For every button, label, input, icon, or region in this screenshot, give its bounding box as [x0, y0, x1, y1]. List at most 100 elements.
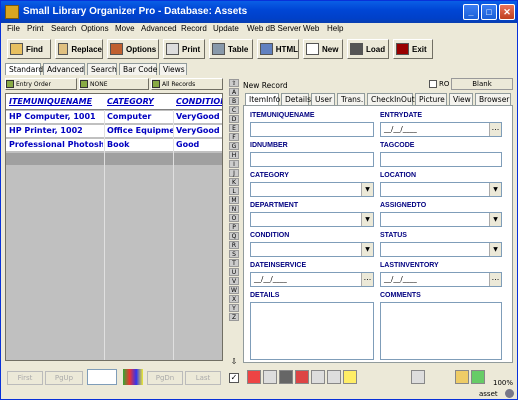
alpha-j[interactable]: J — [229, 169, 239, 177]
check-icon[interactable]: ✓ — [229, 373, 239, 383]
color-grid-icon[interactable] — [123, 369, 143, 385]
menu-web[interactable]: Web — [303, 24, 319, 33]
tab-iteminfo[interactable]: ItemInfo — [245, 93, 280, 105]
alpha-a[interactable]: A — [229, 88, 239, 96]
options-button[interactable]: Options — [107, 39, 159, 59]
pgup-button[interactable]: PgUp — [45, 371, 83, 385]
tab-checkinout[interactable]: CheckInOut — [367, 93, 415, 105]
dateinservice-picker-button[interactable]: ... — [361, 273, 373, 286]
alpha-m[interactable]: M — [229, 196, 239, 204]
alpha-l[interactable]: L — [229, 187, 239, 195]
all-records-button[interactable]: All Records — [151, 78, 223, 90]
alpha-n[interactable]: N — [229, 205, 239, 213]
assignedto-select[interactable]: ▼ — [380, 212, 502, 227]
alpha-w[interactable]: W — [229, 286, 239, 294]
tab-advanced[interactable]: Advanced — [43, 63, 85, 75]
alpha-v[interactable]: V — [229, 277, 239, 285]
title-bar[interactable]: Small Library Organizer Pro - Database: … — [1, 1, 517, 23]
pgdn-button[interactable]: PgDn — [147, 371, 183, 385]
tab-bar-code[interactable]: Bar Code — [119, 63, 157, 75]
alpha-b[interactable]: B — [229, 97, 239, 105]
itemuniquename-field[interactable] — [250, 122, 374, 137]
tab-picture[interactable]: Picture — [415, 93, 447, 105]
minimize-button[interactable]: _ — [463, 4, 479, 20]
category-select[interactable]: ▼ — [250, 182, 374, 197]
html-button[interactable]: HTML — [257, 39, 299, 59]
tab-browser[interactable]: Browser — [475, 93, 511, 105]
details-textarea[interactable] — [250, 302, 374, 360]
alpha-q[interactable]: Q — [229, 232, 239, 240]
record-number-field[interactable] — [87, 369, 117, 385]
load-button[interactable]: Load — [347, 39, 389, 59]
lastinventory-field[interactable]: __/__/____... — [380, 272, 502, 287]
trash-icon[interactable] — [279, 370, 293, 384]
alpha-down-icon[interactable]: ⇩ — [229, 357, 239, 367]
alpha-up-icon[interactable]: ⇧ — [229, 79, 239, 87]
location-select[interactable]: ▼ — [380, 182, 502, 197]
col-header-condition[interactable]: CONDITION — [176, 97, 222, 106]
tagcode-field[interactable] — [380, 152, 502, 167]
blank-button[interactable]: Blank — [451, 78, 513, 90]
table-row-selected[interactable] — [6, 153, 222, 166]
table-row[interactable]: HP Printer, 1002 Office Equipme VeryGood — [6, 125, 222, 138]
menu-record[interactable]: Record — [181, 24, 207, 33]
tab-details[interactable]: Details — [281, 93, 311, 105]
menu-advanced[interactable]: Advanced — [141, 24, 177, 33]
entry-order-button[interactable]: Entry Order — [5, 78, 77, 90]
alpha-t[interactable]: T — [229, 259, 239, 267]
alpha-i[interactable]: I — [229, 160, 239, 168]
prev-record-icon[interactable] — [455, 370, 469, 384]
tab-user[interactable]: User — [311, 93, 335, 105]
dateinservice-field[interactable]: __/__/____... — [250, 272, 374, 287]
alpha-f[interactable]: F — [229, 133, 239, 141]
exit-button[interactable]: Exit — [393, 39, 433, 59]
find-button[interactable]: Find — [7, 39, 51, 59]
lightbulb-icon[interactable] — [343, 370, 357, 384]
menu-options[interactable]: Options — [81, 24, 109, 33]
replace-button[interactable]: Replace — [55, 39, 103, 59]
copy-icon[interactable] — [311, 370, 325, 384]
ro-checkbox[interactable] — [429, 80, 437, 88]
last-button[interactable]: Last — [185, 371, 221, 385]
alpha-y[interactable]: Y — [229, 304, 239, 312]
menu-search[interactable]: Search — [51, 24, 76, 33]
menu-update[interactable]: Update — [213, 24, 239, 33]
entrydate-picker-button[interactable]: ... — [489, 123, 501, 136]
alpha-o[interactable]: O — [229, 214, 239, 222]
next-record-icon[interactable] — [471, 370, 485, 384]
alpha-z[interactable]: Z — [229, 313, 239, 321]
new-button[interactable]: New — [303, 39, 343, 59]
print-button[interactable]: Print — [163, 39, 205, 59]
department-select[interactable]: ▼ — [250, 212, 374, 227]
tab-trans[interactable]: Trans. — [337, 93, 365, 105]
alpha-e[interactable]: E — [229, 124, 239, 132]
table-row[interactable]: HP Computer, 1001 Computer VeryGood — [6, 111, 222, 124]
alpha-p[interactable]: P — [229, 223, 239, 231]
alpha-c[interactable]: C — [229, 106, 239, 114]
idnumber-field[interactable] — [250, 152, 374, 167]
refresh-icon[interactable] — [295, 370, 309, 384]
alpha-s[interactable]: S — [229, 250, 239, 258]
menu-print[interactable]: Print — [27, 24, 43, 33]
alpha-k[interactable]: K — [229, 178, 239, 186]
status-select[interactable]: ▼ — [380, 242, 502, 257]
maximize-button[interactable]: □ — [481, 4, 497, 20]
alpha-r[interactable]: R — [229, 241, 239, 249]
menu-move[interactable]: Move — [115, 24, 135, 33]
report-icon[interactable] — [411, 370, 425, 384]
alpha-d[interactable]: D — [229, 115, 239, 123]
tab-search[interactable]: Search — [87, 63, 117, 75]
table-row[interactable]: Professional Photosho Book Good — [6, 139, 222, 152]
comments-textarea[interactable] — [380, 302, 502, 360]
lastinventory-picker-button[interactable]: ... — [489, 273, 501, 286]
alpha-u[interactable]: U — [229, 268, 239, 276]
paste-icon[interactable] — [327, 370, 341, 384]
tab-standard[interactable]: Standard — [5, 63, 43, 75]
records-grid[interactable]: ITEMUNIQUENAME CATEGORY CONDITION HP Com… — [5, 93, 223, 361]
alpha-g[interactable]: G — [229, 142, 239, 150]
print-record-icon[interactable] — [263, 370, 277, 384]
menu-file[interactable]: File — [7, 24, 20, 33]
entrydate-field[interactable]: __/__/____... — [380, 122, 502, 137]
table-button[interactable]: Table — [209, 39, 253, 59]
back-arrow-icon[interactable] — [247, 370, 261, 384]
